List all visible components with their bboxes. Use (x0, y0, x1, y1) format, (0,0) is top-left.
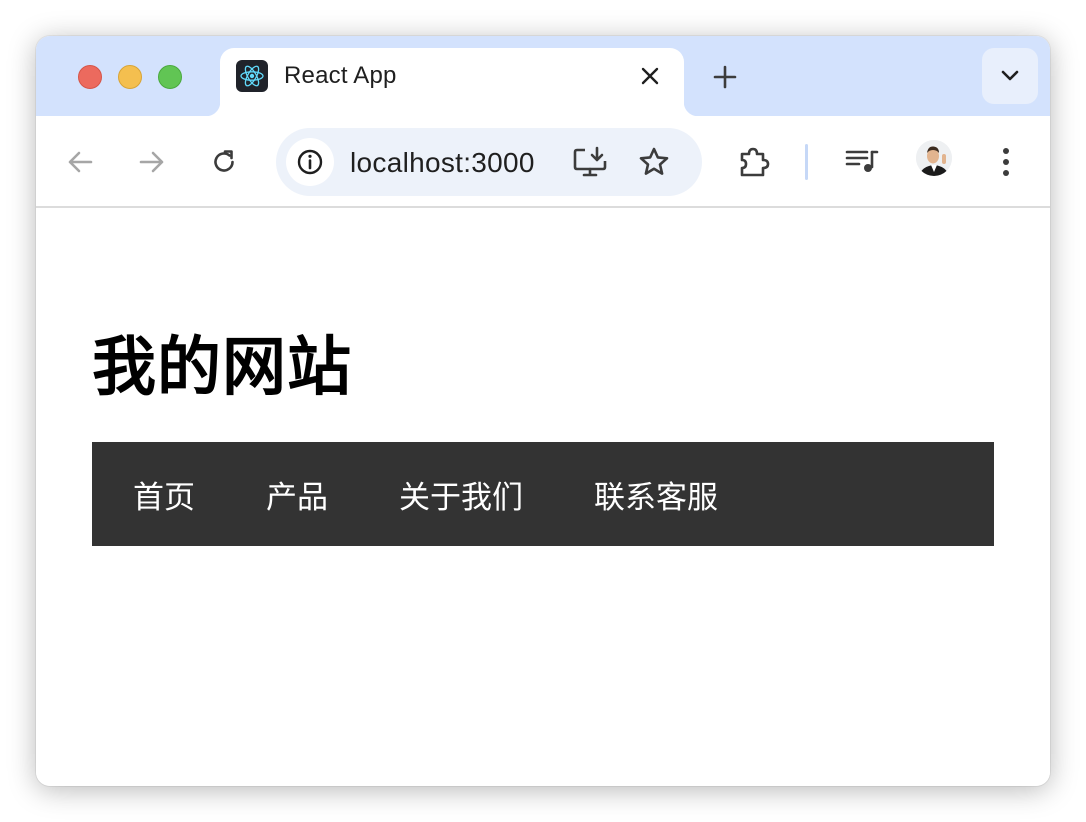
star-icon[interactable] (634, 142, 674, 182)
install-app-icon[interactable] (570, 142, 610, 182)
nav-item-products[interactable]: 产品 (266, 472, 328, 517)
avatar[interactable] (916, 140, 952, 176)
react-logo-icon (236, 60, 268, 92)
window-zoom-button[interactable] (158, 65, 182, 89)
tab-strip: React App (36, 36, 1050, 116)
chevron-down-icon[interactable] (982, 48, 1038, 104)
url-text[interactable]: localhost:3000 (350, 147, 535, 179)
toolbar-divider (805, 144, 808, 180)
info-icon[interactable] (286, 138, 334, 186)
puzzle-icon[interactable] (734, 142, 774, 182)
plus-icon[interactable] (710, 62, 740, 92)
nav-item-home[interactable]: 首页 (133, 472, 195, 517)
media-queue-icon[interactable] (842, 142, 882, 182)
tab-react-app[interactable]: React App (206, 48, 698, 116)
arrow-right-icon[interactable] (132, 142, 172, 182)
window-minimize-button[interactable] (118, 65, 142, 89)
browser-toolbar: localhost:3000 (36, 116, 1050, 208)
more-vertical-icon[interactable] (986, 142, 1026, 182)
window-close-button[interactable] (78, 65, 102, 89)
main-nav: 首页 产品 关于我们 联系客服 (92, 442, 994, 546)
page-title: 我的网站 (92, 331, 352, 405)
nav-item-support[interactable]: 联系客服 (594, 472, 718, 517)
arrow-left-icon[interactable] (60, 142, 100, 182)
browser-window: React App localhost:3000 我的网站 首页 产品 关于我们… (36, 36, 1050, 786)
page-content: 我的网站 首页 产品 关于我们 联系客服 (36, 210, 1050, 786)
nav-item-about[interactable]: 关于我们 (399, 472, 523, 517)
reload-icon[interactable] (204, 142, 244, 182)
address-bar[interactable]: localhost:3000 (276, 128, 702, 196)
close-icon[interactable] (638, 64, 662, 88)
tab-title: React App (284, 62, 397, 89)
